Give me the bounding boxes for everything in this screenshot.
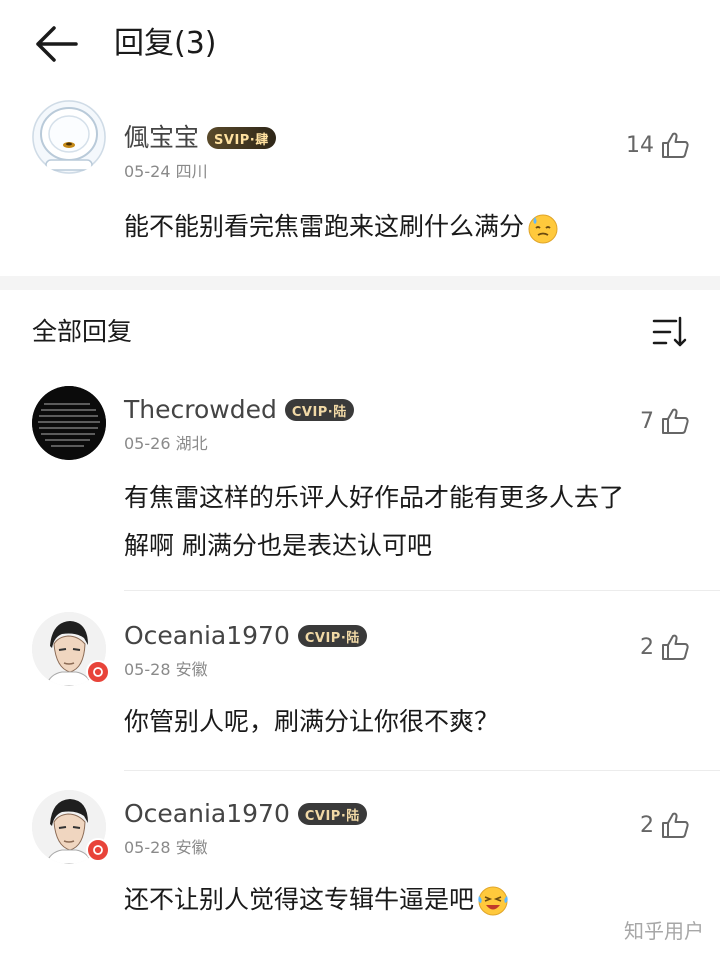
sweat-smile-emoji: [528, 214, 558, 244]
username[interactable]: Oceania1970: [124, 620, 290, 652]
like-count: 2: [640, 634, 654, 660]
comment-meta: 05-28 安徽: [124, 656, 208, 680]
like-button[interactable]: 7: [640, 406, 690, 436]
like-count: 14: [626, 132, 654, 158]
sort-icon[interactable]: [648, 312, 688, 352]
music-badge-icon: [86, 838, 110, 862]
comment-location: 安徽: [175, 838, 208, 857]
comment-meta: 05-24 四川: [124, 158, 208, 182]
vip-badge: SVIP·肆: [207, 127, 276, 149]
vip-badge: CVIP·陆: [297, 803, 367, 825]
comment-text-line: 解啊 刷满分也是表达认可吧: [124, 531, 432, 560]
reply-item: Oceania1970 CVIP·陆 05-28 安徽 2 还不让别人觉得这专辑…: [0, 790, 720, 950]
comment-meta: 05-28 安徽: [124, 834, 208, 858]
like-button[interactable]: 2: [640, 632, 690, 662]
comment-body: 还不让别人觉得这专辑牛逼是吧: [124, 876, 694, 924]
vip-badge: CVIP·陆: [297, 625, 367, 647]
comment-location: 湖北: [175, 434, 208, 453]
app-header: 回复(3): [0, 0, 720, 92]
comment-date: 05-28: [124, 838, 171, 857]
handwritten-note-avatar-icon: [32, 386, 106, 460]
reply-item: Thecrowded CVIP·陆 05-26 湖北 7 有焦雷这样的乐评人好作…: [0, 386, 720, 591]
astronaut-helmet-icon: [32, 100, 106, 174]
watermark: 知乎用户: [624, 919, 704, 943]
comment-body: 能不能别看完焦雷跑来这刷什么满分: [124, 203, 694, 251]
comment-text: 能不能别看完焦雷跑来这刷什么满分: [124, 212, 525, 241]
username[interactable]: Oceania1970: [124, 798, 290, 830]
top-comment: 偑宝宝 SVIP·肆 05-24 四川 14 能不能别看完焦雷跑来这刷什么满分: [0, 100, 720, 270]
music-badge-icon: [86, 660, 110, 684]
avatar[interactable]: [32, 100, 106, 174]
comment-date: 05-24: [124, 162, 171, 181]
section-title: 全部回复: [32, 317, 133, 346]
username[interactable]: 偑宝宝: [124, 122, 199, 154]
like-count: 7: [640, 408, 654, 434]
comment-text: 还不让别人觉得这专辑牛逼是吧: [124, 885, 475, 914]
comment-body: 你管别人呢，刷满分让你很不爽？: [124, 698, 694, 746]
vip-badge: CVIP·陆: [284, 399, 354, 421]
comment-location: 安徽: [175, 660, 208, 679]
page-title: 回复(3): [114, 26, 217, 61]
comment-body: 有焦雷这样的乐评人好作品才能有更多人去了 解啊 刷满分也是表达认可吧: [124, 474, 694, 570]
comment-text-line: 有焦雷这样的乐评人好作品才能有更多人去了: [124, 483, 625, 512]
comment-meta: 05-26 湖北: [124, 430, 208, 454]
like-button[interactable]: 2: [640, 810, 690, 840]
thumbs-up-icon: [662, 634, 689, 660]
divider: [124, 770, 720, 771]
avatar[interactable]: [32, 386, 106, 460]
divider: [124, 590, 720, 591]
section-separator: [0, 276, 720, 290]
reply-item: Oceania1970 CVIP·陆 05-28 安徽 2 你管别人呢，刷满分让…: [0, 612, 720, 771]
username[interactable]: Thecrowded: [124, 394, 277, 426]
like-count: 2: [640, 812, 654, 838]
comment-date: 05-26: [124, 434, 171, 453]
comment-date: 05-28: [124, 660, 171, 679]
laugh-cry-emoji: [478, 886, 508, 916]
thumbs-up-icon: [662, 408, 689, 434]
thumbs-up-icon: [662, 812, 689, 838]
like-button[interactable]: 14: [626, 130, 690, 160]
back-arrow-icon[interactable]: [32, 22, 80, 66]
comment-location: 四川: [175, 162, 208, 181]
comment-text-line: 你管别人呢，刷满分让你很不爽？: [124, 707, 500, 736]
thumbs-up-icon: [662, 132, 689, 158]
